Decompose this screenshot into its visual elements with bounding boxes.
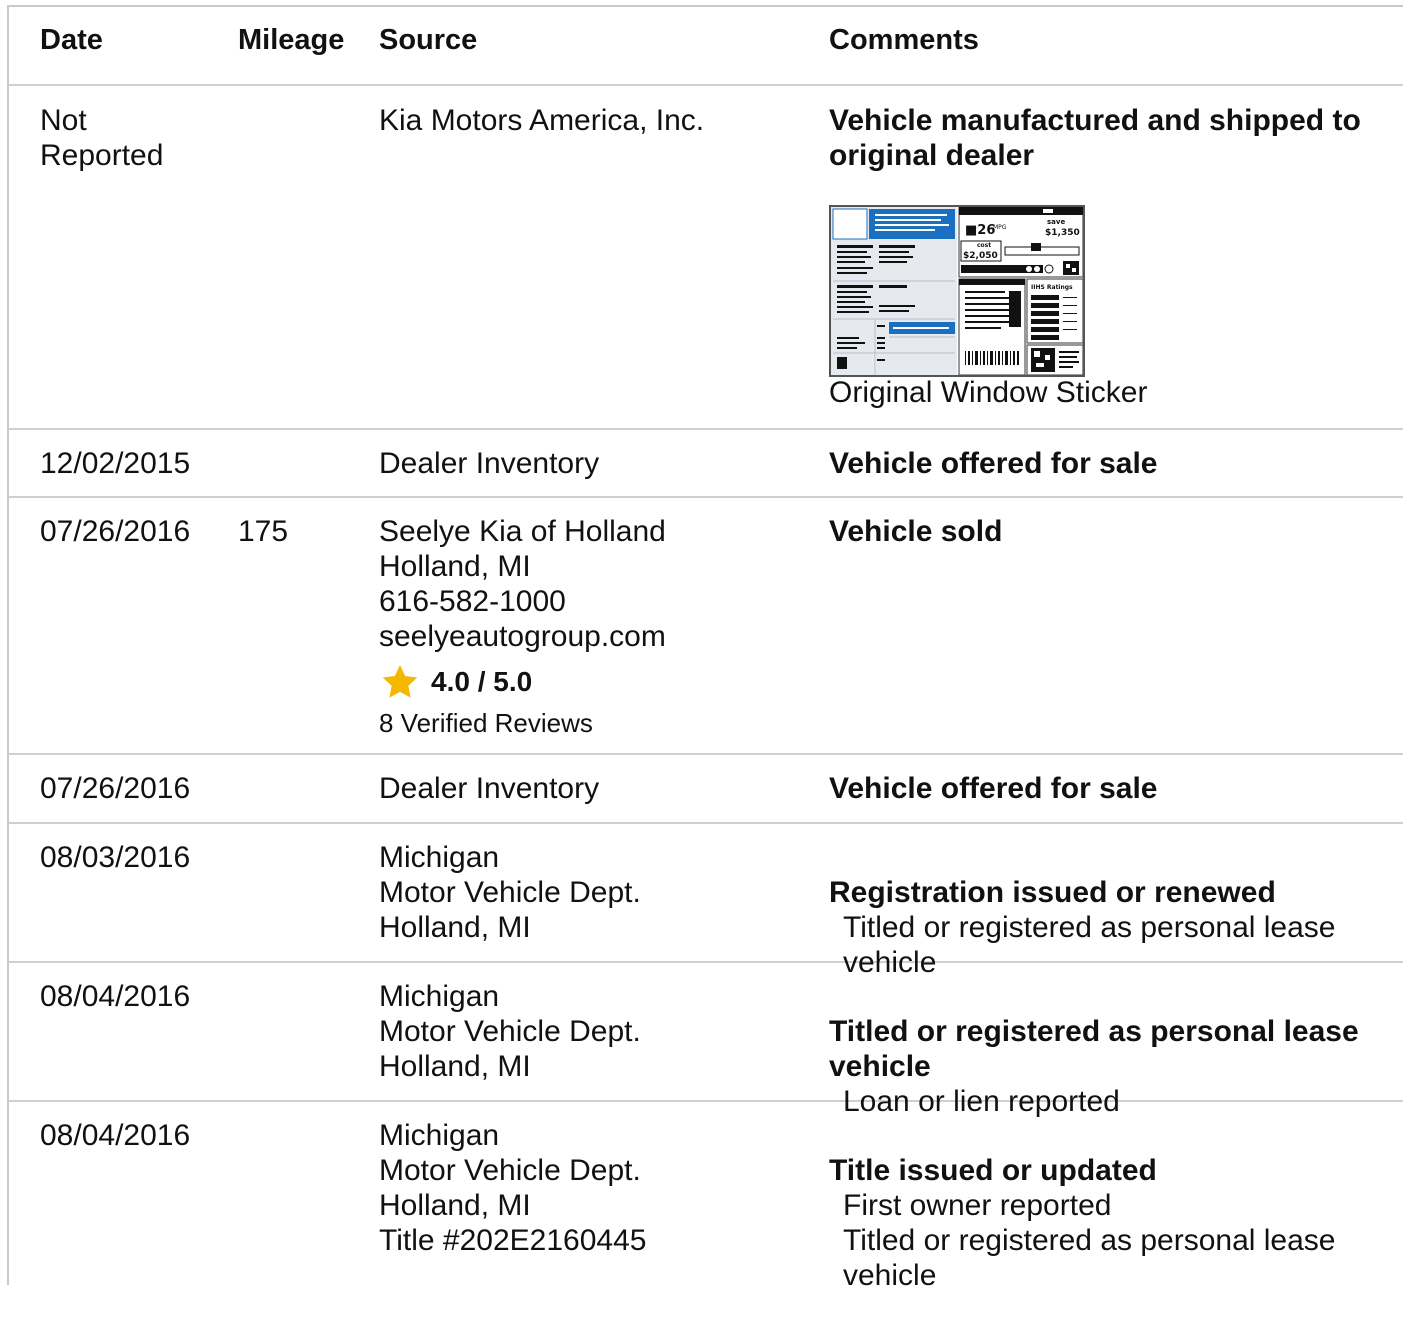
row-comment-details: First owner reported Titled or registere…: [843, 1189, 1336, 1292]
svg-text:$1,350: $1,350: [1045, 228, 1080, 238]
row-source: Dealer Inventory: [379, 447, 600, 480]
row-comment-title: Vehicle offered for sale: [829, 447, 1158, 480]
header-comments: Comments: [829, 24, 979, 56]
row-date: Not Reported: [40, 104, 164, 172]
table-header-row: Date Mileage Source Comments: [9, 7, 1403, 86]
row-comment-title: Titled or registered as personal lease v…: [829, 1015, 1359, 1083]
header-date: Date: [40, 24, 103, 56]
table-row: 08/03/2016 Michigan Motor Vehicle Dept. …: [9, 824, 1403, 979]
header-mileage: Mileage: [238, 24, 345, 56]
svg-text:MPG: MPG: [993, 224, 1007, 231]
header-source: Source: [379, 24, 478, 56]
svg-text:■26: ■26: [965, 223, 995, 238]
row-date: 07/26/2016: [40, 772, 191, 805]
row-date: 08/04/2016: [40, 1119, 191, 1152]
rating-score: 4.0 / 5.0: [431, 666, 533, 697]
table-row: 07/26/2016 Dealer Inventory Vehicle offe…: [9, 755, 1403, 824]
row-source: Michigan Motor Vehicle Dept. Holland, MI…: [379, 1119, 647, 1257]
table-row: Not Reported Kia Motors America, Inc. Ve…: [9, 86, 1403, 430]
row-date: 12/02/2015: [40, 447, 191, 480]
row-source: Seelye Kia of Holland Holland, MI 616-58…: [379, 515, 666, 653]
verified-reviews-link[interactable]: 8 Verified Reviews: [379, 708, 593, 739]
table-row: 12/02/2015 Dealer Inventory Vehicle offe…: [9, 430, 1403, 498]
row-comment-title: Vehicle manufactured and shipped to orig…: [829, 104, 1361, 172]
row-source: Michigan Motor Vehicle Dept. Holland, MI: [379, 980, 641, 1083]
window-sticker-thumbnail[interactable]: ■26 MPG save $1,350 cost $2,050 IIHS Rat…: [829, 205, 1085, 377]
svg-text:$2,050: $2,050: [963, 251, 998, 261]
row-source: Dealer Inventory: [379, 772, 600, 805]
svg-text:save: save: [1047, 218, 1065, 226]
row-date: 08/03/2016: [40, 841, 191, 874]
row-comment-title: Vehicle sold: [829, 515, 1003, 548]
row-comment-title: Vehicle offered for sale: [829, 772, 1158, 805]
svg-text:cost: cost: [977, 242, 991, 249]
row-comment-title: Registration issued or renewed: [829, 876, 1276, 909]
table-row: 07/26/2016 175 Seelye Kia of Holland Hol…: [9, 498, 1403, 755]
row-date: 07/26/2016: [40, 515, 191, 548]
row-source: Michigan Motor Vehicle Dept. Holland, MI: [379, 841, 641, 944]
row-date: 08/04/2016: [40, 980, 191, 1013]
table-row: 08/04/2016 Michigan Motor Vehicle Dept. …: [9, 963, 1403, 1118]
dealer-rating[interactable]: 4.0 / 5.0: [379, 662, 532, 702]
table-row: 08/04/2016 Michigan Motor Vehicle Dept. …: [9, 1102, 1403, 1292]
row-comments: Title issued or updated First owner repo…: [829, 1118, 1389, 1328]
row-mileage: 175: [238, 515, 289, 548]
row-source: Kia Motors America, Inc.: [379, 104, 705, 137]
row-comment-title: Title issued or updated: [829, 1154, 1157, 1187]
svg-text:IIHS Ratings: IIHS Ratings: [1031, 284, 1073, 291]
star-icon: [382, 665, 418, 698]
window-sticker-caption[interactable]: Original Window Sticker: [829, 375, 1147, 410]
